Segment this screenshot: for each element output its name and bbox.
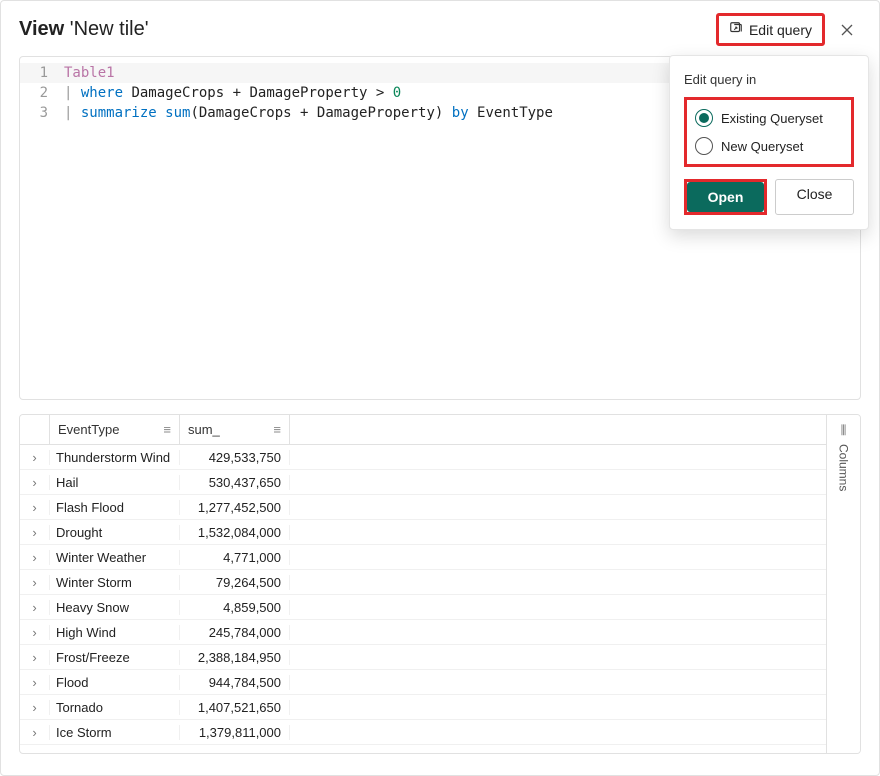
expand-row-icon[interactable]: › — [20, 575, 50, 590]
table-row[interactable]: ›Frost/Freeze2,388,184,950 — [20, 645, 826, 670]
cell-eventtype: Winter Weather — [50, 550, 180, 565]
expand-row-icon[interactable]: › — [20, 625, 50, 640]
radio-new-label: New Queryset — [721, 139, 803, 154]
cell-sum: 245,784,000 — [180, 625, 290, 640]
column-menu-icon[interactable]: ≡ — [273, 422, 281, 437]
radio-existing-label: Existing Queryset — [721, 111, 823, 126]
column-header-eventtype[interactable]: EventType ≡ — [50, 415, 180, 444]
cell-eventtype: Ice Storm — [50, 725, 180, 740]
code-text: | summarize sum(DamageCrops + DamageProp… — [64, 103, 553, 123]
cell-eventtype: Hail — [50, 475, 180, 490]
edit-query-icon — [729, 21, 743, 38]
close-icon — [840, 23, 854, 37]
table-header: EventType ≡ sum_ ≡ — [20, 415, 826, 445]
edit-query-popover: Edit query in Existing Queryset New Quer… — [669, 55, 869, 230]
radio-indicator-checked — [695, 109, 713, 127]
expand-row-icon[interactable]: › — [20, 475, 50, 490]
cell-sum: 530,437,650 — [180, 475, 290, 490]
expand-row-icon[interactable]: › — [20, 700, 50, 715]
cell-eventtype: Thunderstorm Wind — [50, 450, 180, 465]
close-panel-button[interactable] — [833, 16, 861, 44]
page-title: View 'New tile' — [19, 18, 149, 41]
header: View 'New tile' Edit query — [1, 1, 879, 56]
table-row[interactable]: ›Winter Weather4,771,000 — [20, 545, 826, 570]
cell-sum: 429,533,750 — [180, 450, 290, 465]
cell-eventtype: Drought — [50, 525, 180, 540]
cell-sum: 1,532,084,000 — [180, 525, 290, 540]
cell-eventtype: Flood — [50, 675, 180, 690]
column-label-sum: sum_ — [188, 422, 220, 437]
cell-sum: 1,277,452,500 — [180, 500, 290, 515]
column-header-sum[interactable]: sum_ ≡ — [180, 415, 290, 444]
cell-eventtype: Flash Flood — [50, 500, 180, 515]
popover-title: Edit query in — [684, 72, 854, 87]
line-number: 3 — [20, 103, 64, 123]
table-row[interactable]: ›Thunderstorm Wind429,533,750 — [20, 445, 826, 470]
table-row[interactable]: ›Heavy Snow4,859,500 — [20, 595, 826, 620]
cell-sum: 4,859,500 — [180, 600, 290, 615]
expand-row-icon[interactable]: › — [20, 675, 50, 690]
table-row[interactable]: ›Winter Storm79,264,500 — [20, 570, 826, 595]
columns-panel-label: Columns — [837, 444, 851, 491]
expand-row-icon[interactable]: › — [20, 500, 50, 515]
open-button-label: Open — [708, 189, 744, 205]
cell-eventtype: Heavy Snow — [50, 600, 180, 615]
radio-existing-queryset[interactable]: Existing Queryset — [693, 104, 845, 132]
popover-close-button[interactable]: Close — [775, 179, 854, 215]
cell-eventtype: Winter Storm — [50, 575, 180, 590]
close-button-label: Close — [797, 186, 833, 202]
line-number: 1 — [20, 63, 64, 83]
table-row[interactable]: ›Ice Storm1,379,811,000 — [20, 720, 826, 745]
expand-row-icon[interactable]: › — [20, 550, 50, 565]
table-body[interactable]: ›Thunderstorm Wind429,533,750›Hail530,43… — [20, 445, 826, 753]
column-menu-icon[interactable]: ≡ — [163, 422, 171, 437]
cell-eventtype: High Wind — [50, 625, 180, 640]
code-text: Table1 — [64, 63, 115, 83]
view-tile-panel: View 'New tile' Edit query — [0, 0, 880, 776]
expand-row-icon[interactable]: › — [20, 525, 50, 540]
edit-query-label: Edit query — [749, 22, 812, 38]
tile-name: 'New tile' — [70, 18, 149, 40]
table-row[interactable]: ›High Wind245,784,000 — [20, 620, 826, 645]
columns-icon: ⫼ — [841, 423, 847, 438]
columns-panel-toggle[interactable]: ⫼ Columns — [826, 415, 860, 753]
table-row[interactable]: ›Flash Flood1,277,452,500 — [20, 495, 826, 520]
line-number: 2 — [20, 83, 64, 103]
cell-sum: 944,784,500 — [180, 675, 290, 690]
column-label-eventtype: EventType — [58, 422, 119, 437]
expand-row-icon[interactable]: › — [20, 650, 50, 665]
table-row[interactable]: ›Hail530,437,650 — [20, 470, 826, 495]
open-button[interactable]: Open — [687, 182, 764, 212]
cell-sum: 2,388,184,950 — [180, 650, 290, 665]
queryset-radio-group: Existing Queryset New Queryset — [684, 97, 854, 167]
radio-indicator-unchecked — [695, 137, 713, 155]
edit-query-button[interactable]: Edit query — [716, 13, 825, 46]
cell-sum: 79,264,500 — [180, 575, 290, 590]
cell-sum: 4,771,000 — [180, 550, 290, 565]
radio-new-queryset[interactable]: New Queryset — [693, 132, 845, 160]
cell-eventtype: Frost/Freeze — [50, 650, 180, 665]
expand-row-icon[interactable]: › — [20, 600, 50, 615]
view-label: View — [19, 18, 64, 40]
table-row[interactable]: ›Tornado1,407,521,650 — [20, 695, 826, 720]
cell-sum: 1,407,521,650 — [180, 700, 290, 715]
cell-sum: 1,379,811,000 — [180, 725, 290, 740]
code-text: | where DamageCrops + DamageProperty > 0 — [64, 83, 401, 103]
table-row[interactable]: ›Flood944,784,500 — [20, 670, 826, 695]
table-row[interactable]: ›Drought1,532,084,000 — [20, 520, 826, 545]
cell-eventtype: Tornado — [50, 700, 180, 715]
results-table-pane: EventType ≡ sum_ ≡ ›Thunderstorm Wind429… — [19, 414, 861, 754]
expand-row-icon[interactable]: › — [20, 450, 50, 465]
expand-row-icon[interactable]: › — [20, 725, 50, 740]
